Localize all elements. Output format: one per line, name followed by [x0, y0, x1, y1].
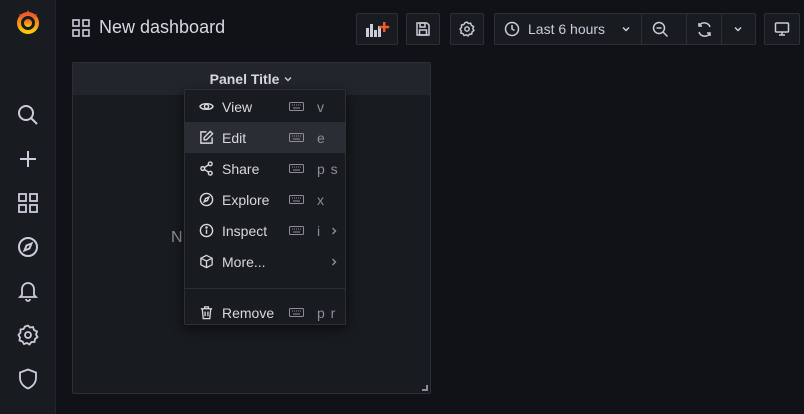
resize-handle-icon[interactable] [422, 385, 428, 391]
plus-icon[interactable] [0, 139, 55, 179]
settings-gear-icon[interactable] [0, 315, 55, 355]
gear-icon [459, 21, 475, 37]
no-data-text: N [171, 229, 183, 246]
menu-item-more[interactable]: More... [185, 246, 345, 277]
menu-item-shortcut: p s [317, 160, 339, 177]
chevron-down-icon [622, 26, 630, 32]
menu-item-explore[interactable]: Explore x [185, 184, 345, 215]
search-icon[interactable] [0, 95, 55, 135]
menu-divider [185, 288, 345, 289]
clock-icon [504, 21, 520, 37]
server-admin-shield-icon[interactable] [0, 359, 55, 399]
divider [721, 14, 722, 44]
menu-item-view[interactable]: View v [185, 91, 345, 122]
keyboard-icon [289, 102, 304, 111]
time-range-picker[interactable]: Last 6 hours [494, 13, 698, 45]
info-icon [199, 223, 214, 238]
menu-item-remove[interactable]: Remove p r [185, 297, 345, 328]
chevron-right-icon [332, 258, 337, 265]
cube-icon [200, 254, 213, 269]
chevron-right-icon [332, 227, 337, 234]
trash-icon [200, 306, 213, 320]
edit-icon [200, 130, 214, 144]
menu-item-label: Share [222, 160, 260, 177]
dashboards-icon[interactable] [0, 183, 55, 223]
keyboard-icon [289, 308, 304, 317]
divider [641, 14, 642, 44]
menu-item-edit[interactable]: Edit e [185, 122, 345, 153]
dashboard-settings-button[interactable] [450, 13, 484, 45]
menu-item-shortcut: p r [317, 304, 337, 321]
zoom-out-icon[interactable] [652, 21, 669, 38]
refresh-icon[interactable] [696, 21, 713, 38]
menu-item-label: Remove [222, 304, 275, 321]
menu-item-shortcut: e [317, 129, 326, 146]
menu-item-shortcut: i [317, 222, 322, 239]
keyboard-icon [289, 226, 304, 235]
menu-item-label: Inspect [222, 222, 268, 239]
dashboard-title-text: New dashboard [99, 17, 226, 37]
monitor-icon [774, 22, 790, 36]
refresh-button-group [686, 13, 756, 45]
add-panel-icon [366, 22, 390, 37]
menu-item-label: Edit [222, 129, 247, 146]
share-icon [200, 161, 213, 176]
menu-item-label: View [222, 98, 253, 115]
menu-item-label: More... [222, 253, 266, 270]
save-dashboard-button[interactable] [406, 13, 440, 45]
chevron-down-icon [284, 77, 292, 82]
menu-item-inspect[interactable]: Inspect i [185, 215, 345, 246]
menu-item-shortcut: x [317, 191, 325, 208]
panel-title[interactable]: Panel Title [210, 71, 280, 87]
menu-item-label: Explore [222, 191, 270, 208]
eye-icon [199, 102, 214, 111]
add-panel-button[interactable] [356, 13, 398, 45]
dashboard-grid-icon [72, 18, 90, 37]
grafana-logo[interactable] [0, 2, 55, 42]
keyboard-icon [289, 133, 304, 142]
keyboard-icon [289, 195, 304, 204]
dashboard-navbar: New dashboard Last 6 hours [56, 0, 804, 60]
panel-context-menu: View v Edit e Share p s Explore x Inspec… [184, 89, 346, 325]
dashboard-title[interactable]: New dashboard [72, 17, 225, 38]
keyboard-icon [289, 164, 304, 173]
explore-compass-icon[interactable] [0, 227, 55, 267]
menu-item-share[interactable]: Share p s [185, 153, 345, 184]
alerting-bell-icon[interactable] [0, 271, 55, 311]
time-range-label: Last 6 hours [528, 21, 606, 37]
save-icon [416, 22, 430, 36]
sidebar [0, 0, 56, 414]
refresh-interval-chevron-icon[interactable] [733, 24, 743, 34]
compass-icon [199, 192, 214, 207]
menu-item-shortcut: v [317, 98, 325, 115]
tv-mode-button[interactable] [764, 13, 800, 45]
